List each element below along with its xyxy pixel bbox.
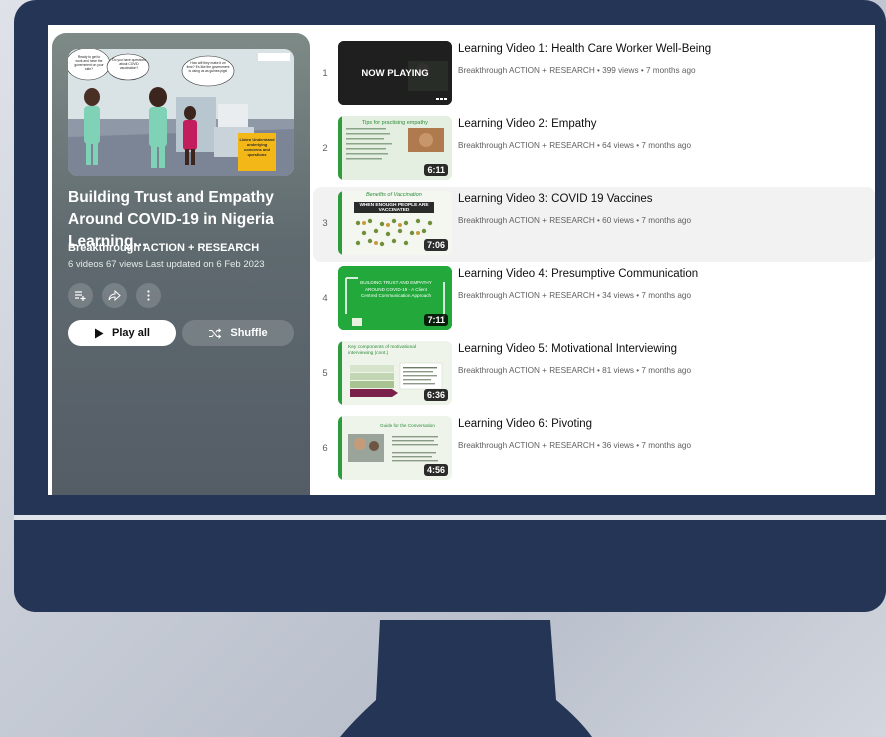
video-title[interactable]: Learning Video 5: Motivational Interview… [458,343,677,355]
play-all-label: Play all [112,327,150,339]
video-title[interactable]: Learning Video 4: Presumptive Communicat… [458,268,698,280]
video-meta: Breakthrough ACTION + RESEARCH • 64 view… [458,141,692,150]
duration-badge: 4:56 [423,464,448,476]
video-row-3[interactable]: 3 Benefits of Vaccination WHEN ENOUGH PE… [313,187,875,262]
duration-badge: 6:36 [423,389,448,401]
video-row-6[interactable]: 6 Guide for the Conversation 4:56 Learni… [313,412,875,487]
video-list: 1 NOW PLAYING Learning Video 1: Health C… [313,37,875,487]
video-meta: Breakthrough ACTION + RESEARCH • 81 view… [458,366,692,375]
video-row-1[interactable]: 1 NOW PLAYING Learning Video 1: Health C… [313,37,875,112]
slide-heading: Benefits of Vaccination [366,192,422,198]
video-row-5[interactable]: 5 Key components of motivational intervi… [313,337,875,412]
slide-heading: Tips for practising empathy [362,120,428,126]
playlist-action-icons [68,283,161,308]
video-index: 6 [322,443,328,454]
now-playing-label: NOW PLAYING [361,67,429,79]
video-meta: Breakthrough ACTION + RESEARCH • 36 view… [458,441,692,450]
more-button[interactable] [136,283,161,308]
video-title[interactable]: Learning Video 1: Health Care Worker Wel… [458,43,711,55]
video-meta: Breakthrough ACTION + RESEARCH • 34 view… [458,291,692,300]
slide-heading: Guide for the Conversation [380,423,435,428]
slide-heading: BUILDING TRUST AND EMPATHY AROUND COVID-… [360,280,432,298]
video-index: 3 [322,218,328,229]
playlist-thumbnail[interactable]: Ready to get to work and have the govern… [68,49,294,176]
video-thumbnail-6[interactable]: Guide for the Conversation 4:56 [338,416,452,480]
video-thumbnail-1[interactable]: NOW PLAYING [338,41,452,105]
monitor-stand [340,620,592,737]
playlist-owner[interactable]: Breakthrough ACTION + RESEARCH [68,242,259,254]
shuffle-label: Shuffle [230,327,268,339]
video-thumbnail-3[interactable]: Benefits of Vaccination WHEN ENOUGH PEOP… [338,191,452,255]
video-thumbnail-5[interactable]: Key components of motivational interview… [338,341,452,405]
video-thumbnail-4[interactable]: BUILDING TRUST AND EMPATHY AROUND COVID-… [338,266,452,330]
video-meta: Breakthrough ACTION + RESEARCH • 399 vie… [458,66,696,75]
thumb-callout-2: Do you have questions about COVID vaccin… [112,58,146,70]
screen: Ready to get to work and have the govern… [48,25,875,495]
play-icon [95,328,104,338]
thumb-callout-3: How will they make it on time? It's like… [186,61,230,73]
thumb-callout-1: Ready to get to work and have the govern… [74,55,104,71]
video-title[interactable]: Learning Video 3: COVID 19 Vaccines [458,193,653,205]
video-index: 5 [322,368,328,379]
video-index: 2 [322,143,328,154]
share-icon [108,289,121,302]
more-icon [147,290,150,301]
playlist-panel: Ready to get to work and have the govern… [52,33,310,495]
shuffle-icon [209,327,222,339]
play-all-button[interactable]: Play all [68,320,176,346]
duration-badge: 7:06 [423,239,448,251]
thumb-sign: Listen Understand underlying concerns an… [239,137,275,157]
duration-badge: 7:11 [424,314,448,326]
shuffle-button[interactable]: Shuffle [182,320,294,346]
video-title[interactable]: Learning Video 6: Pivoting [458,418,592,430]
slide-heading: Key components of motivational interview… [348,345,416,356]
video-row-2[interactable]: 2 Tips for practising empathy 6:11 Learn… [313,112,875,187]
video-title[interactable]: Learning Video 2: Empathy [458,118,597,130]
video-index: 1 [322,68,328,79]
playlist-meta: 6 videos 67 views Last updated on 6 Feb … [68,259,265,270]
add-to-queue-button[interactable] [68,283,93,308]
video-meta: Breakthrough ACTION + RESEARCH • 60 view… [458,216,692,225]
duration-badge: 6:11 [424,164,448,176]
monitor-chin [14,520,886,612]
video-index: 4 [322,293,328,304]
slide-subheading: WHEN ENOUGH PEOPLE ARE VACCINATED [359,203,429,213]
video-row-4[interactable]: 4 BUILDING TRUST AND EMPATHY AROUND COVI… [313,262,875,337]
share-button[interactable] [102,283,127,308]
video-thumbnail-2[interactable]: Tips for practising empathy 6:11 [338,116,452,180]
add-to-queue-icon [75,291,86,301]
